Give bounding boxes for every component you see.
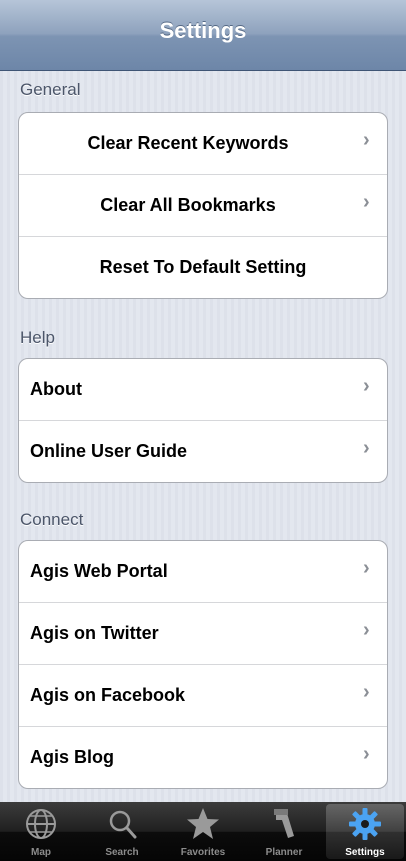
agis-web-portal-row[interactable]: Agis Web Portal ›: [19, 541, 387, 603]
navigation-bar: Settings: [0, 0, 406, 71]
agis-facebook-row[interactable]: Agis on Facebook ›: [19, 665, 387, 727]
chevron-right-icon: ›: [363, 375, 370, 397]
page-title: Settings: [159, 18, 247, 43]
chevron-right-icon: ›: [363, 743, 370, 765]
row-label: Agis on Facebook: [30, 685, 186, 705]
connect-group: Agis Web Portal › Agis on Twitter › Agis…: [18, 540, 388, 789]
tab-label: Planner: [265, 847, 303, 858]
tab-planner[interactable]: Planner: [245, 804, 323, 859]
row-label: About: [30, 379, 82, 399]
row-label: Clear Recent Keywords: [87, 133, 289, 153]
planner-icon: [274, 809, 294, 838]
chevron-right-icon: ›: [363, 619, 370, 641]
tab-label: Favorites: [180, 847, 226, 858]
online-user-guide-row[interactable]: Online User Guide ›: [19, 421, 387, 482]
chevron-right-icon: ›: [363, 681, 370, 703]
gear-icon: [349, 808, 381, 840]
globe-icon: [26, 809, 56, 839]
section-header-connect: Connect: [20, 510, 84, 529]
general-group: Clear Recent Keywords › Clear All Bookma…: [18, 112, 388, 299]
agis-twitter-row[interactable]: Agis on Twitter ›: [19, 603, 387, 665]
row-label: Agis Blog: [30, 747, 114, 767]
section-header-general: General: [20, 80, 81, 99]
tab-favorites[interactable]: Favorites: [164, 804, 242, 859]
clear-recent-keywords-row[interactable]: Clear Recent Keywords ›: [19, 113, 387, 175]
row-label: Agis on Twitter: [30, 623, 159, 643]
chevron-right-icon: ›: [363, 557, 370, 579]
tab-label: Search: [105, 847, 139, 858]
tab-label: Settings: [345, 847, 385, 858]
star-icon: [187, 808, 219, 839]
about-row[interactable]: About ›: [19, 359, 387, 421]
row-label: Reset To Default Setting: [99, 257, 307, 277]
chevron-right-icon: ›: [363, 191, 370, 213]
row-label: Agis Web Portal: [30, 561, 168, 581]
settings-screen: Settings General Clear Recent Keywords ›…: [0, 0, 406, 861]
row-label: Online User Guide: [30, 441, 188, 461]
magnifier-icon: [109, 810, 137, 839]
row-label: Clear All Bookmarks: [100, 195, 276, 215]
tab-search[interactable]: Search: [83, 804, 161, 859]
chevron-right-icon: ›: [363, 129, 370, 151]
tab-bar: Map Search Favorites Planner Settings: [0, 802, 406, 861]
clear-all-bookmarks-row[interactable]: Clear All Bookmarks ›: [19, 175, 387, 237]
section-header-help: Help: [20, 328, 55, 347]
tab-label: Map: [31, 847, 51, 858]
reset-default-setting-row[interactable]: Reset To Default Setting: [19, 237, 387, 298]
tab-settings[interactable]: Settings: [326, 804, 404, 859]
chevron-right-icon: ›: [363, 437, 370, 459]
tab-map[interactable]: Map: [2, 804, 80, 859]
help-group: About › Online User Guide ›: [18, 358, 388, 483]
agis-blog-row[interactable]: Agis Blog ›: [19, 727, 387, 788]
